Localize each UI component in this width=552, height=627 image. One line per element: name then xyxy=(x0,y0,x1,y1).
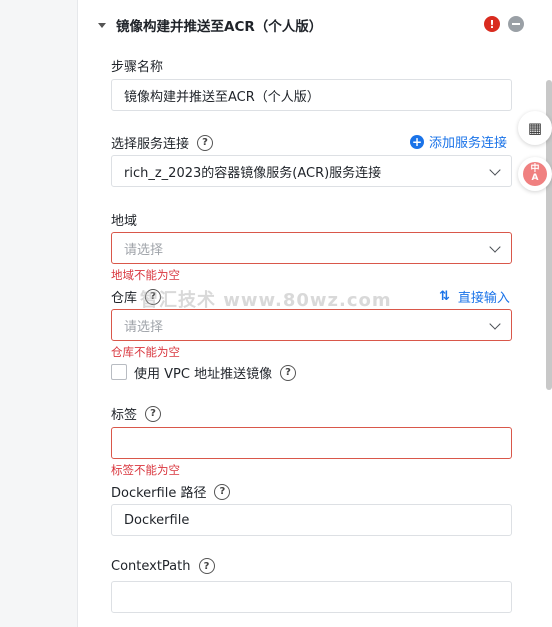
context-path-input[interactable] xyxy=(111,581,512,613)
info-icon[interactable]: ! xyxy=(484,16,500,32)
remove-icon[interactable] xyxy=(508,16,524,32)
region-select[interactable]: 请选择 xyxy=(111,232,512,264)
step-name-input[interactable]: 镜像构建并推送至ACR（个人版） xyxy=(111,79,512,111)
dockerfile-label: Dockerfile 路径 ? xyxy=(111,482,231,501)
chevron-down-icon xyxy=(489,241,501,253)
swap-icon: ⇅ xyxy=(439,289,450,304)
context-path-label: ContextPath ? xyxy=(111,558,215,574)
step-title: 镜像构建并推送至ACR（个人版） xyxy=(116,19,323,35)
watermark: 智汇技术 www.80wz.com xyxy=(140,290,392,311)
translate-button[interactable]: 中A xyxy=(518,157,552,191)
step-header[interactable]: 镜像构建并推送至ACR（个人版） xyxy=(98,14,322,36)
chevron-down-icon xyxy=(489,318,501,330)
apps-button[interactable]: ▦ xyxy=(518,111,552,145)
tag-label: 标签 ? xyxy=(111,404,162,423)
tag-error: 标签不能为空 xyxy=(111,463,180,477)
service-connection-select[interactable]: rich_z_2023的容器镜像服务(ACR)服务连接 xyxy=(111,155,512,187)
service-connection-label: 选择服务连接 ? xyxy=(111,133,214,152)
collapse-caret-icon[interactable] xyxy=(98,22,106,28)
translate-icon: 中A xyxy=(523,162,547,186)
region-error: 地域不能为空 xyxy=(111,268,180,282)
question-circle-icon[interactable]: ? xyxy=(280,364,297,381)
question-circle-icon[interactable]: ? xyxy=(198,558,215,574)
apps-grid-icon: ▦ xyxy=(527,119,543,137)
repository-select[interactable]: 请选择 xyxy=(111,309,512,341)
step-config-panel: 镜像构建并推送至ACR（个人版） ! 步骤名称 镜像构建并推送至ACR（个人版）… xyxy=(78,0,552,627)
question-circle-icon[interactable]: ? xyxy=(197,134,214,151)
step-name-label: 步骤名称 xyxy=(111,60,164,75)
question-circle-icon[interactable]: ? xyxy=(214,483,231,500)
left-gutter xyxy=(0,0,78,627)
dockerfile-input[interactable]: Dockerfile xyxy=(111,504,512,536)
plus-circle-icon: + xyxy=(410,134,424,149)
tag-input[interactable] xyxy=(111,427,512,459)
question-circle-icon[interactable]: ? xyxy=(145,405,162,422)
direct-input-link[interactable]: ⇅ 直接输入 xyxy=(439,287,510,306)
region-label: 地域 xyxy=(111,214,138,229)
chevron-down-icon xyxy=(489,164,501,176)
vpc-checkbox-label: 使用 VPC 地址推送镜像 ? xyxy=(134,363,297,382)
add-service-connection-link[interactable]: + 添加服务连接 xyxy=(410,132,507,151)
repository-error: 仓库不能为空 xyxy=(111,345,180,359)
vpc-checkbox[interactable] xyxy=(111,364,127,380)
